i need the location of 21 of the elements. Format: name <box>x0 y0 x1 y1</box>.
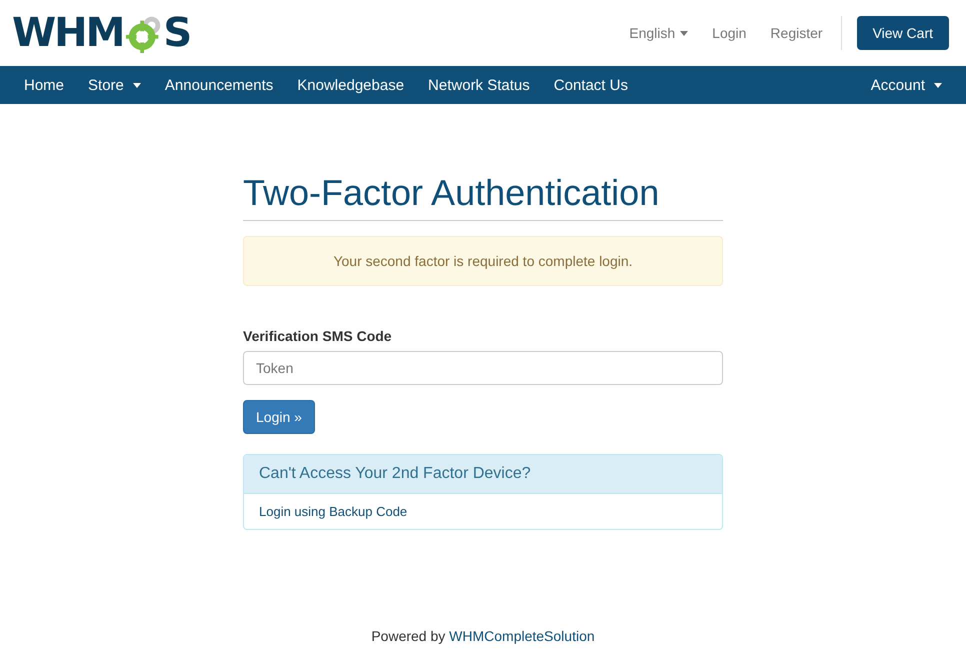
top-link[interactable]: Login <box>712 25 746 41</box>
nav-item[interactable]: Home <box>12 76 76 94</box>
logo[interactable]: WHM S <box>12 10 190 56</box>
field-label: Verification SMS Code <box>243 328 393 344</box>
view-cart-button[interactable]: View Cart <box>856 16 949 50</box>
page-title: Two-Factor Authentication <box>243 172 723 221</box>
nav-item[interactable]: Announcements <box>152 76 286 94</box>
login-button[interactable]: Login » <box>243 400 315 434</box>
nav-item[interactable]: Store <box>76 76 153 94</box>
alert-message: Your second factor is required to complete login. <box>243 236 723 286</box>
nav-item[interactable]: Contact Us <box>542 76 640 94</box>
nav-item[interactable]: Network Status <box>416 76 542 94</box>
footer-link[interactable]: WHMCompleteSolution <box>449 628 595 644</box>
nav-item[interactable]: Account <box>858 76 954 94</box>
nav-item[interactable]: Knowledgebase <box>285 76 416 94</box>
panel-heading: Can't Access Your 2nd Factor Device? <box>244 455 722 494</box>
footer-text: Powered by <box>371 628 446 644</box>
top-link[interactable]: English <box>629 25 688 41</box>
top-link[interactable]: Register <box>770 25 823 41</box>
token-field[interactable]: Token <box>243 351 723 385</box>
backup-code-link[interactable]: Login using Backup Code <box>259 504 408 519</box>
